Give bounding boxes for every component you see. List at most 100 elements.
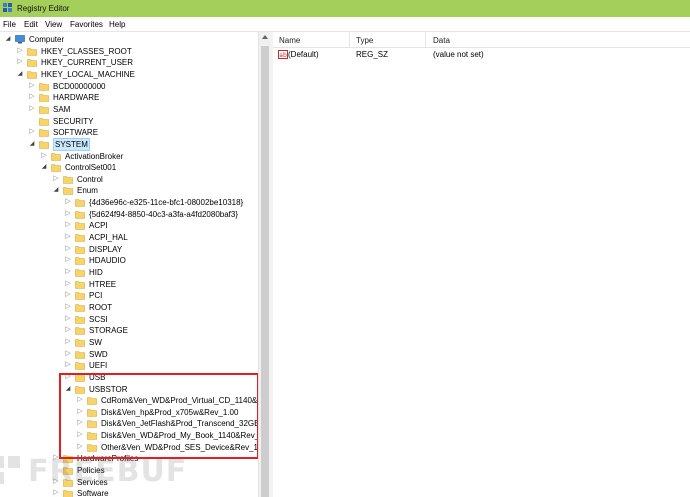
collapsed-arrow-icon[interactable]: ▷	[64, 198, 72, 206]
menu-view[interactable]: View	[45, 20, 62, 29]
menu-file[interactable]: File	[3, 20, 16, 29]
column-header-data[interactable]: Data	[433, 36, 450, 45]
computer-icon	[15, 35, 25, 44]
string-value-icon: ab	[278, 50, 288, 59]
folder-icon	[75, 315, 85, 324]
values-header: Name Type Data	[273, 32, 690, 48]
folder-icon	[63, 187, 73, 196]
tree-node-label: ACPI	[89, 221, 108, 231]
tree-node-label: SW	[89, 337, 102, 347]
tree-node-label: ActivationBroker	[65, 151, 124, 161]
menu-favorites[interactable]: Favorites	[70, 20, 103, 29]
collapsed-arrow-icon[interactable]: ▷	[64, 303, 72, 311]
folder-icon	[75, 257, 85, 266]
folder-icon	[27, 71, 37, 79]
folder-icon	[75, 269, 85, 277]
tree-node-label: ROOT	[89, 302, 113, 312]
tree-node-label: Enum	[77, 186, 98, 196]
collapsed-arrow-icon[interactable]: ▷	[64, 326, 72, 334]
collapsed-arrow-icon[interactable]: ▷	[28, 105, 36, 113]
menu-bar: File Edit View Favorites Help	[0, 17, 690, 32]
column-separator[interactable]	[425, 32, 426, 47]
folder-icon	[75, 350, 85, 359]
column-header-name[interactable]: Name	[279, 36, 300, 45]
collapsed-arrow-icon[interactable]: ▷	[64, 315, 72, 323]
folder-icon	[39, 117, 49, 126]
folder-icon	[75, 327, 85, 336]
collapsed-arrow-icon[interactable]: ▷	[64, 221, 72, 229]
collapsed-arrow-icon[interactable]: ▷	[64, 291, 72, 299]
tree-node-label: HDAUDIO	[89, 256, 126, 266]
collapsed-arrow-icon[interactable]: ▷	[64, 338, 72, 346]
tree-node-label: HKEY_CLASSES_ROOT	[41, 46, 132, 56]
expanded-arrow-icon[interactable]: ◢	[16, 70, 24, 78]
title-bar: Registry Editor	[0, 0, 690, 17]
values-list[interactable]: Name Type Data ab (Default) REG_SZ (valu…	[273, 32, 690, 497]
folder-icon	[75, 292, 85, 301]
menu-edit[interactable]: Edit	[24, 20, 38, 29]
tree-node-label: SOFTWARE	[53, 128, 99, 138]
value-type: REG_SZ	[356, 50, 389, 59]
expanded-arrow-icon[interactable]: ◢	[28, 140, 36, 148]
collapsed-arrow-icon[interactable]: ▷	[28, 128, 36, 136]
tree-node-label: {4d36e96c-e325-11ce-bfc1-08002be10318}	[89, 198, 244, 208]
collapsed-arrow-icon[interactable]: ▷	[52, 175, 60, 183]
collapsed-arrow-icon[interactable]: ▷	[64, 280, 72, 288]
value-row[interactable]: ab (Default) REG_SZ (value not set)	[273, 48, 690, 60]
column-header-type[interactable]: Type	[356, 36, 373, 45]
collapsed-arrow-icon[interactable]: ▷	[16, 47, 24, 55]
collapsed-arrow-icon[interactable]: ▷	[40, 152, 48, 160]
tree-node-label: HARDWARE	[53, 93, 100, 103]
no-expander	[28, 117, 36, 125]
folder-icon	[39, 141, 49, 149]
tree-node-label: HKEY_LOCAL_MACHINE	[41, 69, 135, 79]
menu-help[interactable]: Help	[109, 20, 125, 29]
folder-icon	[75, 304, 85, 312]
tree-node-label: Computer	[29, 35, 65, 44]
folder-icon	[75, 339, 85, 347]
scrollbar-thumb[interactable]	[261, 46, 269, 497]
folder-icon	[39, 94, 49, 103]
collapsed-arrow-icon[interactable]: ▷	[28, 93, 36, 101]
window-title: Registry Editor	[17, 4, 70, 13]
folder-icon	[75, 222, 85, 231]
collapsed-arrow-icon[interactable]: ▷	[64, 268, 72, 276]
collapsed-arrow-icon[interactable]: ▷	[16, 58, 24, 66]
tree-node-label: UEFI	[89, 361, 108, 371]
collapsed-arrow-icon[interactable]: ▷	[28, 82, 36, 90]
collapsed-arrow-icon[interactable]: ▷	[64, 233, 72, 241]
folder-icon	[75, 280, 85, 289]
collapsed-arrow-icon[interactable]: ▷	[64, 210, 72, 218]
collapsed-arrow-icon[interactable]: ▷	[64, 361, 72, 369]
watermark-text: FREEBUF	[28, 454, 188, 489]
collapsed-arrow-icon[interactable]: ▷	[64, 350, 72, 358]
tree-node-label: HID	[89, 268, 103, 277]
tree-node-label: SECURITY	[53, 116, 94, 126]
folder-icon	[75, 234, 85, 242]
folder-icon	[39, 82, 49, 91]
expanded-arrow-icon[interactable]: ◢	[52, 186, 60, 194]
folder-icon	[63, 175, 73, 184]
folder-icon	[27, 59, 37, 68]
collapsed-arrow-icon[interactable]: ▷	[64, 245, 72, 253]
tree-node-label: SAM	[53, 104, 71, 114]
value-name: (Default)	[288, 50, 319, 59]
collapsed-arrow-icon[interactable]: ▷	[64, 256, 72, 264]
svg-text:ab: ab	[279, 52, 287, 59]
registry-editor-icon	[3, 3, 12, 12]
folder-icon	[75, 210, 85, 219]
usbstor-highlight-box	[59, 373, 259, 459]
folder-icon	[51, 152, 61, 161]
scroll-up-arrow-icon[interactable]	[262, 35, 268, 39]
folder-icon	[27, 47, 37, 56]
value-data: (value not set)	[433, 50, 484, 59]
folder-icon	[51, 164, 61, 172]
freebuf-watermark: FREEBUF	[0, 448, 186, 497]
folder-icon	[75, 245, 85, 254]
column-separator[interactable]	[349, 32, 350, 47]
expanded-arrow-icon[interactable]: ◢	[4, 35, 12, 43]
expanded-arrow-icon[interactable]: ◢	[40, 163, 48, 171]
tree-node-label: SCSI	[89, 314, 108, 324]
tree-node-label: BCD00000000	[53, 81, 106, 91]
folder-icon	[39, 129, 49, 137]
